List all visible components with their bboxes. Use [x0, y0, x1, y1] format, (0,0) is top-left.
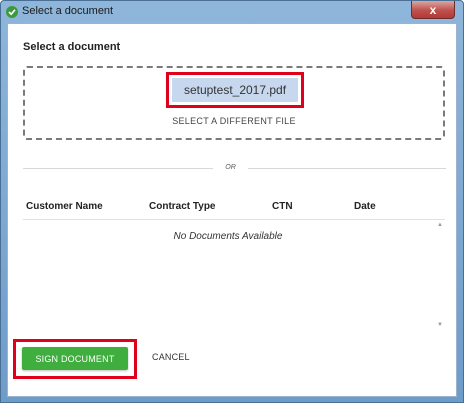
column-header-ctn[interactable]: CTN: [272, 201, 293, 212]
cancel-button[interactable]: CANCEL: [152, 352, 190, 362]
documents-table-body: No Documents Available ▲ ▼: [23, 220, 445, 330]
dialog-content: Select a document setuptest_2017.pdf SEL…: [7, 23, 457, 397]
empty-table-message: No Documents Available: [173, 231, 283, 242]
table-scrollbar[interactable]: ▲ ▼: [435, 220, 445, 330]
dialog-window: Select a document x Select a document se…: [0, 0, 464, 403]
sign-highlight-box: SIGN DOCUMENT: [13, 339, 137, 379]
file-highlight-box: setuptest_2017.pdf: [166, 72, 304, 108]
sign-document-button[interactable]: SIGN DOCUMENT: [22, 347, 128, 370]
or-separator: OR: [225, 164, 236, 171]
window-title: Select a document: [22, 5, 114, 17]
documents-table-header: Customer Name Contract Type CTN Date: [23, 194, 445, 220]
app-logo-icon: [6, 6, 18, 18]
scroll-down-arrow-icon[interactable]: ▼: [437, 322, 443, 328]
selected-file-chip[interactable]: setuptest_2017.pdf: [172, 78, 298, 102]
divider-left: [23, 168, 213, 169]
file-drop-zone[interactable]: setuptest_2017.pdf SELECT A DIFFERENT FI…: [23, 66, 445, 140]
close-button[interactable]: x: [411, 1, 455, 19]
dialog-heading: Select a document: [23, 41, 121, 53]
column-header-contract-type[interactable]: Contract Type: [149, 201, 216, 212]
divider-right: [248, 168, 446, 169]
title-bar[interactable]: Select a document x: [1, 1, 463, 23]
column-header-customer-name[interactable]: Customer Name: [26, 201, 103, 212]
select-different-file-link[interactable]: SELECT A DIFFERENT FILE: [25, 116, 443, 126]
scroll-up-arrow-icon[interactable]: ▲: [437, 222, 443, 228]
column-header-date[interactable]: Date: [354, 201, 376, 212]
close-icon: x: [429, 2, 437, 17]
